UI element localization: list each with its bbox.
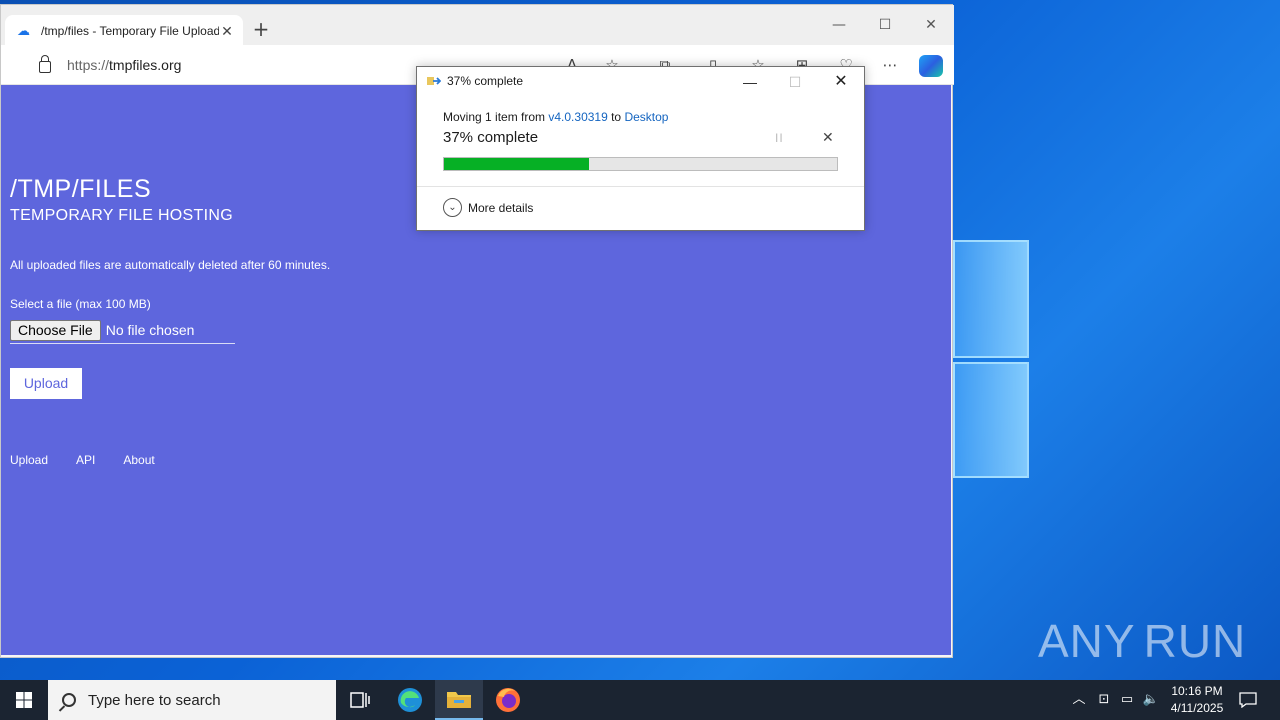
edge-icon[interactable] xyxy=(386,680,434,720)
cloud-upload-icon: ☁ xyxy=(17,23,30,38)
dialog-title: 37% complete xyxy=(447,74,524,88)
choose-file-button[interactable]: Choose File xyxy=(10,319,101,341)
copilot-icon[interactable] xyxy=(919,55,943,77)
nav-upload-link[interactable]: Upload xyxy=(10,453,48,467)
url-host: tmpfiles.org xyxy=(109,57,182,73)
search-placeholder: Type here to search xyxy=(88,691,221,709)
show-hidden-icons-chevron-up-icon[interactable]: ︿ xyxy=(1068,680,1090,720)
more-details-toggle[interactable]: ⌄ More details xyxy=(443,198,533,217)
start-button[interactable] xyxy=(0,680,48,720)
wallpaper-pane-top xyxy=(953,240,1029,358)
pause-button[interactable]: II xyxy=(775,131,784,145)
source-folder-link[interactable]: v4.0.30319 xyxy=(548,110,607,124)
task-view-icon[interactable] xyxy=(336,680,384,720)
moving-mid: to xyxy=(607,110,625,124)
percent-complete: 37% complete xyxy=(443,129,539,146)
dialog-maximize-button: ☐ xyxy=(788,74,802,90)
tab-close-icon[interactable]: ✕ xyxy=(219,23,235,40)
site-nav: Upload API About xyxy=(10,453,155,467)
browser-tab-tmpfiles[interactable]: ☁ /tmp/files - Temporary File Upload ✕ xyxy=(5,15,243,47)
windows-start-icon xyxy=(16,692,32,708)
destination-folder-link[interactable]: Desktop xyxy=(624,110,668,124)
upload-button[interactable]: Upload xyxy=(10,368,82,399)
tab-strip: ☁ /tmp/files - Temporary File Upload ✕ +… xyxy=(1,5,954,47)
windows-logo-wallpaper xyxy=(953,240,1033,480)
chevron-down-icon[interactable]: ⌄ xyxy=(443,198,462,217)
site-title: /TMP/FILES xyxy=(10,175,152,203)
file-label: Select a file (max 100 MB) xyxy=(10,297,151,311)
input-indicator-icon[interactable]: ⊡ xyxy=(1093,680,1115,720)
search-icon xyxy=(62,693,76,707)
site-subtitle: TEMPORARY FILE HOSTING xyxy=(10,207,233,224)
cancel-button[interactable]: ✕ xyxy=(822,129,834,146)
file-explorer-icon[interactable] xyxy=(435,680,483,720)
progress-bar-fill xyxy=(444,158,590,170)
taskbar: Type here to search ︿ ⊡ ▭ 🔈 10:16 PM 4/1… xyxy=(0,680,1280,720)
url-protocol: https:// xyxy=(67,57,110,73)
tab-title: /tmp/files - Temporary File Upload xyxy=(41,24,219,38)
watermark-right: RUN xyxy=(1143,615,1247,667)
more-icon[interactable]: ⋯ xyxy=(878,53,902,77)
file-move-progress-dialog: 37% complete — ☐ ✕ Moving 1 item from v4… xyxy=(416,66,865,231)
more-details-label: More details xyxy=(468,200,534,215)
no-file-status: No file chosen xyxy=(105,322,195,338)
watermark-left: ANY xyxy=(1038,615,1136,667)
clock-time: 10:16 PM xyxy=(1171,684,1223,698)
firefox-icon[interactable] xyxy=(484,680,532,720)
dialog-separator xyxy=(417,186,864,187)
file-move-icon xyxy=(427,75,442,87)
clock-date: 4/11/2025 xyxy=(1170,701,1224,715)
dialog-titlebar: 37% complete xyxy=(427,74,523,88)
moving-description: Moving 1 item from v4.0.30319 to Desktop xyxy=(443,110,668,124)
close-window-button[interactable]: ✕ xyxy=(908,11,954,39)
notification-center-icon[interactable] xyxy=(1236,680,1260,720)
lock-icon[interactable] xyxy=(39,55,51,73)
moving-prefix: Moving 1 item from xyxy=(443,110,549,124)
minimize-button[interactable]: — xyxy=(816,11,862,39)
network-icon[interactable]: ▭ xyxy=(1116,680,1138,720)
wallpaper-pane-bottom xyxy=(953,362,1029,478)
nav-about-link[interactable]: About xyxy=(123,453,154,467)
progress-bar xyxy=(443,157,838,171)
file-input[interactable]: Choose File No file chosen xyxy=(10,317,235,344)
volume-icon[interactable]: 🔈 xyxy=(1140,680,1162,720)
maximize-button[interactable]: ☐ xyxy=(862,11,908,39)
deletion-notice: All uploaded files are automatically del… xyxy=(10,258,331,272)
new-tab-button[interactable]: + xyxy=(251,17,271,41)
nav-api-link[interactable]: API xyxy=(76,453,95,467)
dialog-minimize-button[interactable]: — xyxy=(727,69,773,95)
anyrun-watermark: ANY RUN xyxy=(1038,606,1245,676)
taskbar-search[interactable]: Type here to search xyxy=(48,680,336,720)
dialog-close-button[interactable]: ✕ xyxy=(818,69,864,95)
taskbar-clock[interactable]: 10:16 PM 4/11/2025 xyxy=(1160,683,1234,717)
